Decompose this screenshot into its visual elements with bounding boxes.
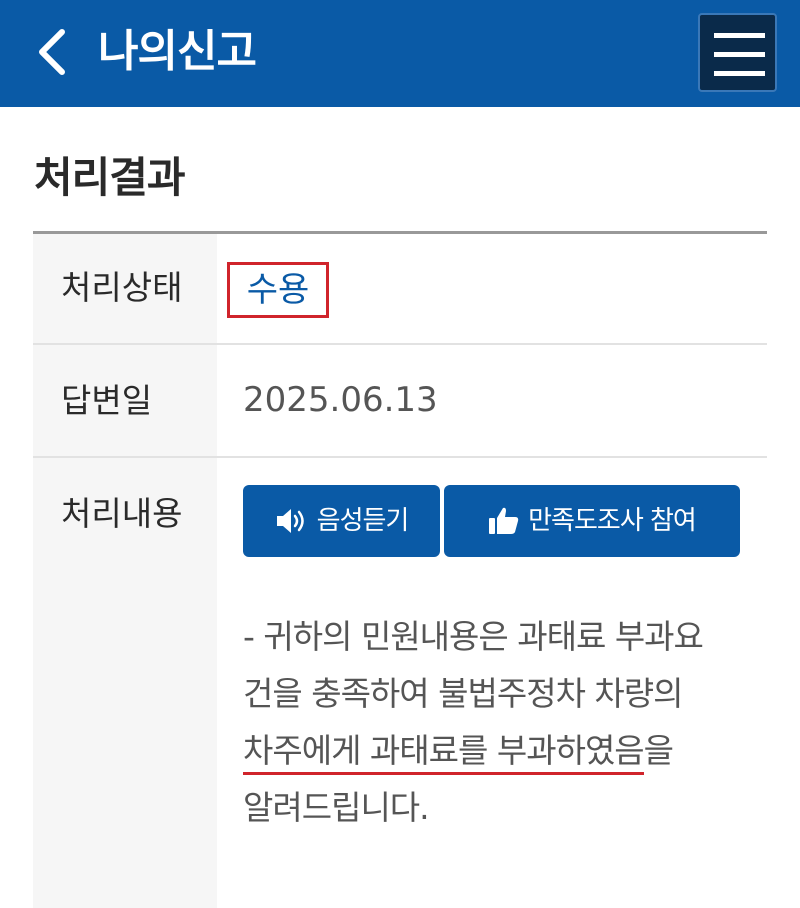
date-row: 답변일 2025.06.13 bbox=[33, 345, 767, 458]
result-table: 처리상태 수용 답변일 2025.06.13 처리내용 음성듣기 만족도조사 참… bbox=[33, 231, 767, 908]
date-value: 2025.06.13 bbox=[243, 380, 438, 420]
hamburger-menu-icon bbox=[714, 33, 765, 76]
survey-label: 만족도조사 참여 bbox=[528, 506, 697, 536]
date-label: 답변일 bbox=[33, 345, 217, 456]
survey-button[interactable]: 만족도조사 참여 bbox=[444, 485, 740, 557]
content-row: 처리내용 음성듣기 만족도조사 참여 - 귀하의 민원내용은 과태료 부과요 건… bbox=[33, 458, 767, 908]
section-title: 처리결과 bbox=[34, 153, 186, 202]
app-header: 나의신고 bbox=[0, 0, 800, 107]
listen-voice-label: 음성듣기 bbox=[316, 506, 410, 536]
status-badge: 수용 bbox=[227, 262, 329, 318]
content-text: - 귀하의 민원내용은 과태료 부과요 건을 충족하여 불법주정차 차량의 차주… bbox=[243, 608, 743, 836]
content-line: 건을 충족하여 불법주정차 차량의 bbox=[243, 674, 684, 713]
content-line-tail: 을 bbox=[643, 731, 674, 770]
status-row: 처리상태 수용 bbox=[33, 234, 767, 345]
menu-button[interactable] bbox=[698, 13, 777, 92]
content-line: 알려드립니다. bbox=[243, 788, 430, 827]
content-line: - 귀하의 민원내용은 과태료 부과요 bbox=[243, 617, 704, 656]
thumbs-up-icon bbox=[489, 507, 519, 534]
content-cell: 음성듣기 만족도조사 참여 - 귀하의 민원내용은 과태료 부과요 건을 충족하… bbox=[217, 458, 767, 908]
back-button[interactable] bbox=[30, 24, 74, 80]
content-label: 처리내용 bbox=[33, 458, 217, 908]
content-line: 차주에게 과태료를 부과하였음을 bbox=[243, 722, 743, 779]
back-arrow-icon bbox=[39, 29, 65, 75]
page-title: 나의신고 bbox=[98, 26, 257, 77]
listen-voice-button[interactable]: 음성듣기 bbox=[243, 485, 440, 557]
status-value-cell: 수용 bbox=[217, 234, 767, 343]
speaker-icon bbox=[276, 509, 304, 533]
highlighted-text: 차주에게 과태료를 부과하였음 bbox=[243, 731, 645, 775]
status-label: 처리상태 bbox=[33, 234, 217, 343]
